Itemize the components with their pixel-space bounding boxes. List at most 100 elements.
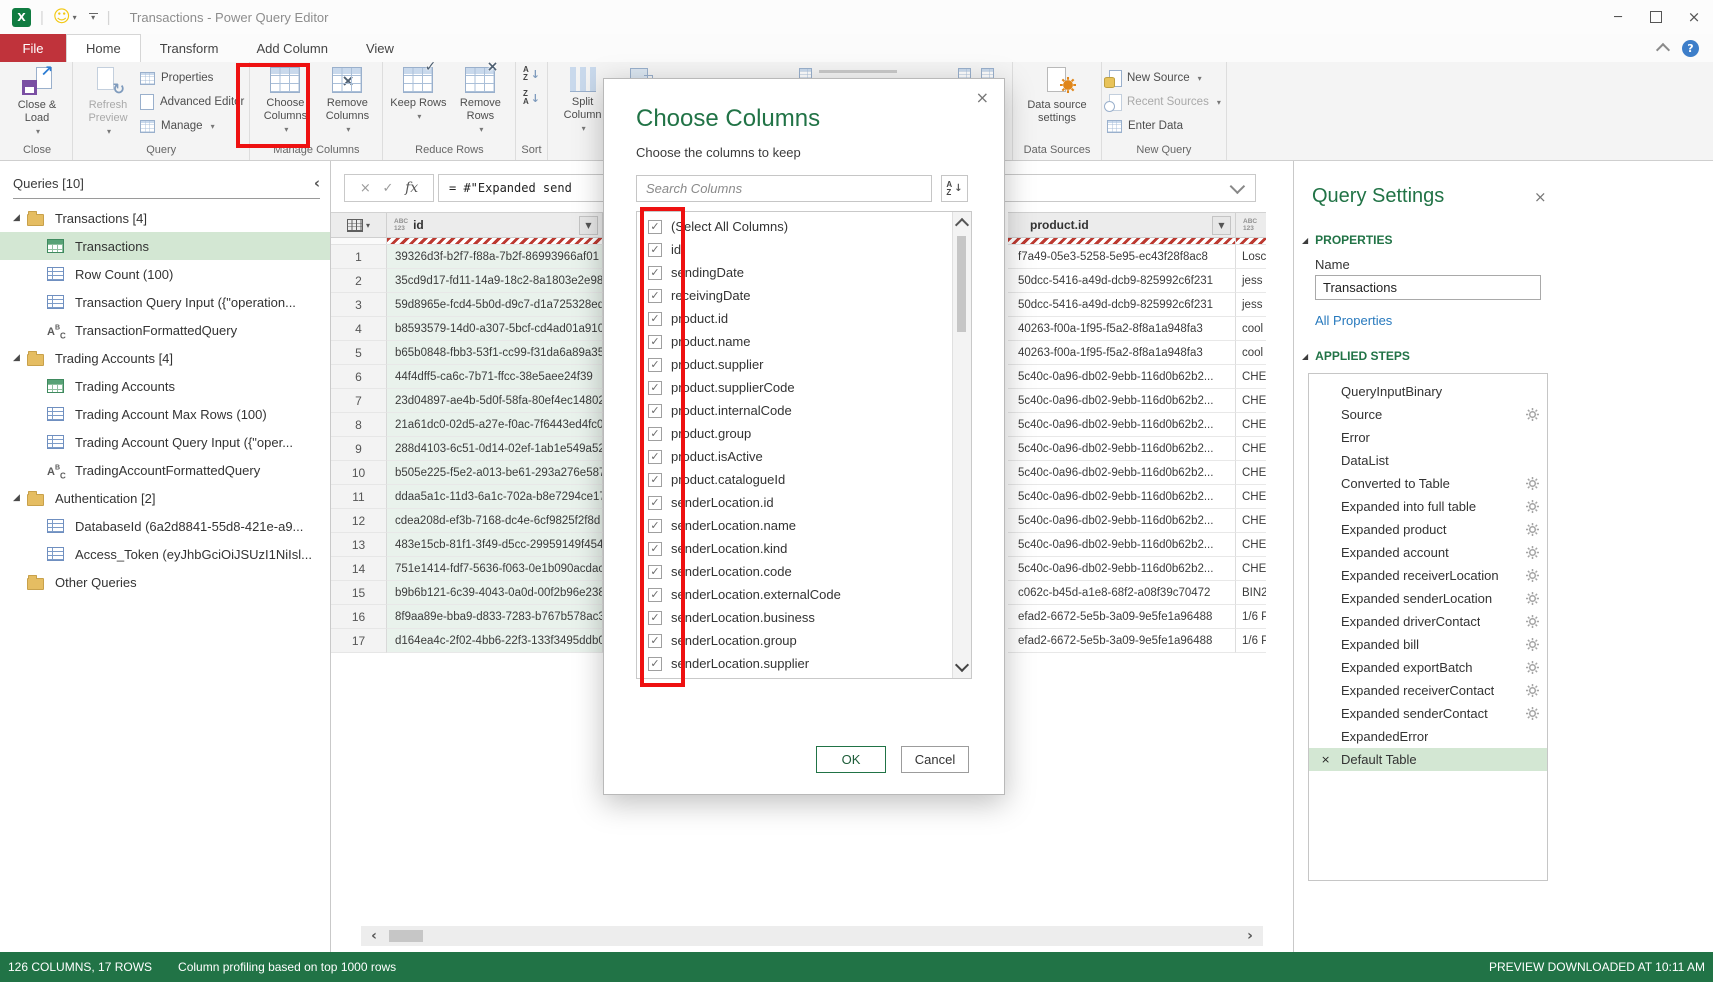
tree-expand-icon[interactable]: ◢ xyxy=(13,493,27,503)
checkbox-checked[interactable]: ✓ xyxy=(648,312,662,326)
tab-view[interactable]: View xyxy=(347,34,413,62)
advanced-editor-button[interactable]: Advanced Editor xyxy=(140,90,244,114)
row-number[interactable]: 7 xyxy=(331,389,387,413)
sort-ascending-button[interactable]: AZ ↓ xyxy=(523,63,540,85)
column-option-product-group[interactable]: ✓product.group xyxy=(637,422,971,445)
cell-id[interactable]: 21a61dc0-02d5-a27e-f0ac-7f6443ed4fc0 xyxy=(387,413,603,437)
dialog-scrollbar[interactable] xyxy=(952,212,971,678)
cell-next-column[interactable]: Losca xyxy=(1236,245,1266,269)
cell-id[interactable]: 39326d3f-b2f7-f88a-7b2f-86993966af01 xyxy=(387,245,603,269)
step-settings-gear-icon[interactable] xyxy=(1526,707,1539,720)
help-icon[interactable]: ? xyxy=(1682,40,1699,57)
row-number[interactable]: 15 xyxy=(331,581,387,605)
cell-next-column[interactable]: jess l xyxy=(1236,269,1266,293)
query-item-transactions-4[interactable]: ◢Transactions [4] xyxy=(0,204,330,232)
cell-id[interactable]: cdea208d-ef3b-7168-dc4e-6cf9825f2f8d xyxy=(387,509,603,533)
delete-step-icon[interactable]: × xyxy=(1321,753,1337,766)
cell-id[interactable]: 59d8965e-fcd4-5b0d-d9c7-d1a725328edb xyxy=(387,293,603,317)
data-source-settings-button[interactable]: Data source settings xyxy=(1018,63,1096,125)
step-settings-gear-icon[interactable] xyxy=(1526,569,1539,582)
query-item-trading-account-max-rows-100[interactable]: Trading Account Max Rows (100) xyxy=(0,400,330,428)
column-option-id[interactable]: ✓id xyxy=(637,238,971,261)
cell-next-column[interactable]: CHEF xyxy=(1236,485,1266,509)
cell-id[interactable]: b65b0848-fbb3-53f1-cc99-f31da6a89a35 xyxy=(387,341,603,365)
cell-next-column[interactable]: CHEF xyxy=(1236,557,1266,581)
cell-product-id[interactable]: 5c40c-0a96-db02-9ebb-116d0b62b2... xyxy=(1008,389,1236,413)
query-item-authentication-2[interactable]: ◢Authentication [2] xyxy=(0,484,330,512)
query-item-tradingaccountformattedquery[interactable]: ABCTradingAccountFormattedQuery xyxy=(0,456,330,484)
cell-next-column[interactable]: cool xyxy=(1236,317,1266,341)
row-number[interactable]: 4 xyxy=(331,317,387,341)
search-columns-input[interactable]: Search Columns xyxy=(636,175,932,202)
grid-table-menu[interactable]: ▾ xyxy=(331,213,387,237)
remove-columns-button[interactable]: × Remove Columns▾ xyxy=(317,63,377,136)
customize-toolbar-icon[interactable]: ▾ xyxy=(89,13,98,21)
cell-id[interactable]: b8593579-14d0-a307-5bcf-cd4ad01a910f xyxy=(387,317,603,341)
tab-home[interactable]: Home xyxy=(66,34,141,62)
applied-step-expanded-receivercontact[interactable]: ×Expanded receiverContact xyxy=(1309,679,1547,702)
row-number[interactable]: 5 xyxy=(331,341,387,365)
tab-add-column[interactable]: Add Column xyxy=(237,34,347,62)
checkbox-checked[interactable]: ✓ xyxy=(648,611,662,625)
column-option-senderlocation-code[interactable]: ✓senderLocation.code xyxy=(637,560,971,583)
step-settings-gear-icon[interactable] xyxy=(1526,592,1539,605)
checkbox-checked[interactable]: ✓ xyxy=(648,335,662,349)
applied-step-error[interactable]: ×Error xyxy=(1309,426,1547,449)
cell-product-id[interactable]: 5c40c-0a96-db02-9ebb-116d0b62b2... xyxy=(1008,365,1236,389)
minimize-button[interactable]: ─ xyxy=(1599,0,1637,34)
scroll-down-icon[interactable] xyxy=(955,658,969,672)
cell-next-column[interactable]: CHEF xyxy=(1236,533,1266,557)
query-item-trading-account-query-input-oper[interactable]: Trading Account Query Input ({"oper... xyxy=(0,428,330,456)
step-settings-gear-icon[interactable] xyxy=(1526,615,1539,628)
scrollbar-thumb[interactable] xyxy=(389,930,423,942)
query-item-access-token-eyjhbgcioijsuzi1niisl[interactable]: Access_Token (eyJhbGciOiJSUzI1NiIsl... xyxy=(0,540,330,568)
query-item-transactionformattedquery[interactable]: ABCTransactionFormattedQuery xyxy=(0,316,330,344)
row-number[interactable]: 8 xyxy=(331,413,387,437)
cell-product-id[interactable]: 5c40c-0a96-db02-9ebb-116d0b62b2... xyxy=(1008,509,1236,533)
cell-product-id[interactable]: 5c40c-0a96-db02-9ebb-116d0b62b2... xyxy=(1008,437,1236,461)
cell-next-column[interactable]: CHEF xyxy=(1236,437,1266,461)
row-number[interactable]: 9 xyxy=(331,437,387,461)
row-number[interactable]: 17 xyxy=(331,629,387,653)
applied-step-expanded-account[interactable]: ×Expanded account xyxy=(1309,541,1547,564)
applied-steps-section-header[interactable]: ◢ APPLIED STEPS xyxy=(1302,349,1410,363)
applied-step-expanded-bill[interactable]: ×Expanded bill xyxy=(1309,633,1547,656)
cell-id[interactable]: 751e1414-fdf7-5636-f063-0e1b090acdac xyxy=(387,557,603,581)
tab-transform[interactable]: Transform xyxy=(141,34,238,62)
cell-product-id[interactable]: 5c40c-0a96-db02-9ebb-116d0b62b2... xyxy=(1008,461,1236,485)
checkbox-checked[interactable]: ✓ xyxy=(648,565,662,579)
checkbox-checked[interactable]: ✓ xyxy=(648,220,662,234)
cell-next-column[interactable]: cool xyxy=(1236,341,1266,365)
cell-id[interactable]: 23d04897-ae4b-5d0f-58fa-80ef4ec14802 xyxy=(387,389,603,413)
row-number[interactable]: 10 xyxy=(331,461,387,485)
cell-next-column[interactable]: BIN2 xyxy=(1236,581,1266,605)
formula-confirm-icon[interactable]: ✓ xyxy=(382,181,393,196)
query-item-databaseid-6a2d8841-55d8-421e-a9[interactable]: DatabaseId (6a2d8841-55d8-421e-a9... xyxy=(0,512,330,540)
keep-rows-button[interactable]: ✓ Keep Rows▾ xyxy=(388,63,448,123)
filter-icon[interactable]: ▼ xyxy=(579,216,598,235)
cell-id[interactable]: 483e15cb-81f1-3f49-d5cc-29959149f454 xyxy=(387,533,603,557)
feedback-smiley-icon[interactable]: ☺ xyxy=(53,9,71,26)
row-number[interactable]: 3 xyxy=(331,293,387,317)
column-option-senderlocation-kind[interactable]: ✓senderLocation.kind xyxy=(637,537,971,560)
column-option-select-all-columns[interactable]: ✓(Select All Columns) xyxy=(637,215,971,238)
cell-product-id[interactable]: 5c40c-0a96-db02-9ebb-116d0b62b2... xyxy=(1008,533,1236,557)
checkbox-checked[interactable]: ✓ xyxy=(648,634,662,648)
applied-step-expanded-sendercontact[interactable]: ×Expanded senderContact xyxy=(1309,702,1547,725)
applied-step-expanded-receiverlocation[interactable]: ×Expanded receiverLocation xyxy=(1309,564,1547,587)
cancel-button[interactable]: Cancel xyxy=(901,746,969,773)
cell-id[interactable]: b9b6b121-6c39-4043-0a0d-00f2b96e238f xyxy=(387,581,603,605)
cell-product-id[interactable]: 5c40c-0a96-db02-9ebb-116d0b62b2... xyxy=(1008,413,1236,437)
cell-next-column[interactable]: CHEF xyxy=(1236,413,1266,437)
row-number[interactable]: 2 xyxy=(331,269,387,293)
column-option-receivingdate[interactable]: ✓receivingDate xyxy=(637,284,971,307)
dialog-close-icon[interactable]: × xyxy=(976,88,989,107)
column-option-product-supplier[interactable]: ✓product.supplier xyxy=(637,353,971,376)
filter-icon[interactable]: ▼ xyxy=(1212,216,1231,235)
cell-next-column[interactable]: CHEF xyxy=(1236,389,1266,413)
column-option-product-isactive[interactable]: ✓product.isActive xyxy=(637,445,971,468)
step-settings-gear-icon[interactable] xyxy=(1526,546,1539,559)
manage-button[interactable]: Manage▾ xyxy=(140,114,244,138)
column-option-senderlocation-id[interactable]: ✓senderLocation.id xyxy=(637,491,971,514)
column-option-product-name[interactable]: ✓product.name xyxy=(637,330,971,353)
